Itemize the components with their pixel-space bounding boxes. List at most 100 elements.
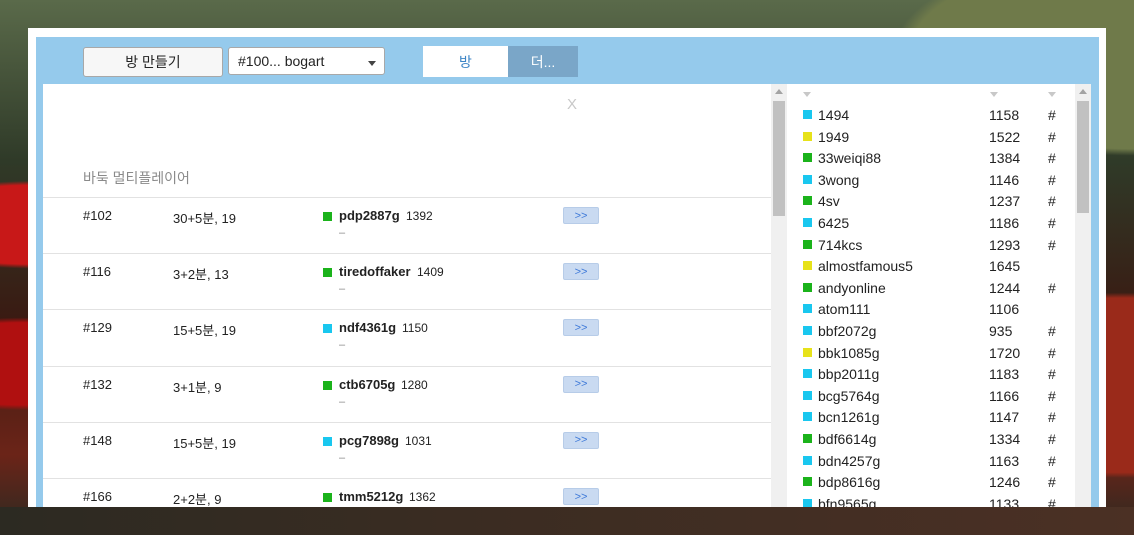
- status-indicator: [803, 390, 812, 400]
- player-row[interactable]: bdn4257g 1163 #: [787, 450, 1075, 472]
- player-name[interactable]: bbf2072g: [818, 323, 876, 339]
- player-name[interactable]: bbp2011g: [818, 366, 879, 382]
- game-row: #132 3+1분, 9 ctb6705g 1280 – >>: [43, 365, 771, 423]
- status-indicator: [323, 324, 332, 334]
- game-row: #1662+2분, 9tmm5212g1362–>>: [43, 478, 771, 507]
- game-row: #102 30+5분, 19 pdp2887g 1392 – >>: [43, 197, 771, 254]
- player-name[interactable]: bdn4257g: [818, 453, 880, 469]
- status-indicator: [803, 369, 812, 379]
- status-indicator: [803, 174, 812, 184]
- player-row[interactable]: 6425 1186 #: [787, 212, 1075, 234]
- player-rating: 1150: [402, 321, 428, 336]
- player-name[interactable]: 714kcs: [818, 237, 862, 253]
- player-name[interactable]: pcg7898g: [339, 433, 399, 448]
- player-hash: #: [1048, 171, 1056, 188]
- create-room-button[interactable]: 방 만들기: [83, 47, 223, 77]
- tab-more[interactable]: 더...: [508, 46, 578, 77]
- join-button[interactable]: >>: [563, 263, 599, 281]
- player-row[interactable]: atom111 1106: [787, 298, 1075, 320]
- player-name[interactable]: bfn9565g: [818, 496, 876, 507]
- player-row[interactable]: 4sv 1237 #: [787, 190, 1075, 212]
- player-row[interactable]: 1949 1522 #: [787, 126, 1075, 148]
- opponent-placeholder: –: [339, 339, 346, 352]
- player-row[interactable]: andyonline 1244 #: [787, 277, 1075, 299]
- player-row[interactable]: almostfamous5 1645: [787, 255, 1075, 277]
- status-indicator: [323, 212, 332, 221]
- section-title: 바둑 멀티플레이어: [83, 170, 190, 186]
- opponent-placeholder: –: [339, 283, 346, 296]
- player-name[interactable]: ndf4361g: [339, 320, 396, 335]
- player-row[interactable]: bcg5764g 1166 #: [787, 385, 1075, 407]
- player-name[interactable]: bcn1261g: [818, 409, 880, 425]
- status-indicator: [803, 477, 812, 487]
- player-row[interactable]: 3wong 1146 #: [787, 169, 1075, 191]
- scroll-up-icon[interactable]: [775, 89, 783, 94]
- join-button[interactable]: >>: [563, 488, 599, 505]
- player-name[interactable]: andyonline: [818, 280, 886, 296]
- player-hash: #: [1048, 279, 1056, 296]
- player-name[interactable]: 33weiqi88: [818, 150, 881, 166]
- game-id: #148: [83, 432, 112, 448]
- opponent-placeholder: –: [339, 395, 346, 408]
- player-name[interactable]: 1949: [818, 129, 849, 145]
- status-indicator: [803, 239, 812, 249]
- join-button[interactable]: >>: [563, 207, 599, 224]
- player-row[interactable]: bcn1261g 1147 #: [787, 406, 1075, 428]
- close-icon[interactable]: X: [567, 96, 577, 113]
- player-row[interactable]: 33weiqi88 1384 #: [787, 147, 1075, 169]
- join-button[interactable]: >>: [563, 431, 599, 449]
- player-row[interactable]: 714kcs 1293 #: [787, 234, 1075, 256]
- scrollbar-thumb[interactable]: [1077, 101, 1089, 213]
- player-hash: #: [1048, 344, 1056, 361]
- player-hash: #: [1048, 107, 1056, 123]
- scroll-up-icon[interactable]: [1079, 89, 1087, 94]
- player-name[interactable]: bbk1085g: [818, 345, 880, 361]
- player-name[interactable]: bdp8616g: [818, 474, 880, 490]
- time-control: 3+1분, 9: [173, 379, 222, 395]
- join-button[interactable]: >>: [563, 375, 599, 393]
- status-indicator: [803, 110, 812, 119]
- player-name[interactable]: tiredoffaker: [339, 264, 411, 279]
- player-rating: 1293: [989, 236, 1021, 253]
- player-row[interactable]: 1494 1158 #: [787, 104, 1075, 126]
- player-row[interactable]: bdp8616g 1246 #: [787, 471, 1075, 493]
- tab-room[interactable]: 방: [423, 46, 508, 77]
- player-list-scrollbar[interactable]: [1075, 84, 1091, 507]
- player-name[interactable]: atom111: [818, 301, 870, 317]
- room-select[interactable]: #100... bogart: [228, 47, 385, 75]
- game-id: #102: [83, 208, 112, 223]
- player-row[interactable]: bbf2072g 935 #: [787, 320, 1075, 342]
- sort-rating-icon[interactable]: [990, 92, 998, 97]
- player-hash: #: [1048, 474, 1056, 491]
- player-name[interactable]: pdp2887g: [339, 208, 400, 223]
- room-select-value: #100... bogart: [238, 53, 325, 69]
- player-row[interactable]: bfn9565g 1133 #: [787, 493, 1075, 507]
- opponent-placeholder: –: [339, 451, 346, 464]
- game-row: #148 15+5분, 19 pcg7898g 1031 – >>: [43, 421, 771, 479]
- player-name[interactable]: almostfamous5: [818, 258, 913, 274]
- game-list-panel: X 바둑 멀티플레이어 #102 30+5분, 19 pdp2887g 1392 – >>…: [43, 84, 771, 507]
- player-row[interactable]: bbk1085g 1720 #: [787, 342, 1075, 364]
- sort-hash-icon[interactable]: [1048, 92, 1056, 97]
- chevron-down-icon: [368, 61, 376, 66]
- player-name[interactable]: 4sv: [818, 193, 840, 209]
- player-row[interactable]: bdf6614g 1334 #: [787, 428, 1075, 450]
- player-rating: 1246: [989, 474, 1021, 491]
- time-control: 2+2분, 9: [173, 492, 222, 507]
- sort-status-icon[interactable]: [803, 92, 811, 97]
- player-hash: #: [1048, 452, 1056, 469]
- player-name[interactable]: 6425: [818, 215, 849, 231]
- game-list-scrollbar[interactable]: [771, 84, 787, 507]
- status-indicator: [323, 268, 332, 278]
- scrollbar-thumb[interactable]: [773, 101, 785, 216]
- status-indicator: [803, 282, 812, 292]
- player-name[interactable]: bdf6614g: [818, 431, 876, 447]
- player-name[interactable]: 3wong: [818, 172, 859, 188]
- player-name[interactable]: tmm5212g: [339, 489, 403, 504]
- player-hash: #: [1048, 366, 1056, 383]
- player-name[interactable]: bcg5764g: [818, 388, 880, 404]
- join-button[interactable]: >>: [563, 319, 599, 337]
- player-name[interactable]: 1494: [818, 107, 849, 123]
- player-row[interactable]: bbp2011g 1183 #: [787, 363, 1075, 385]
- player-name[interactable]: ctb6705g: [339, 377, 395, 392]
